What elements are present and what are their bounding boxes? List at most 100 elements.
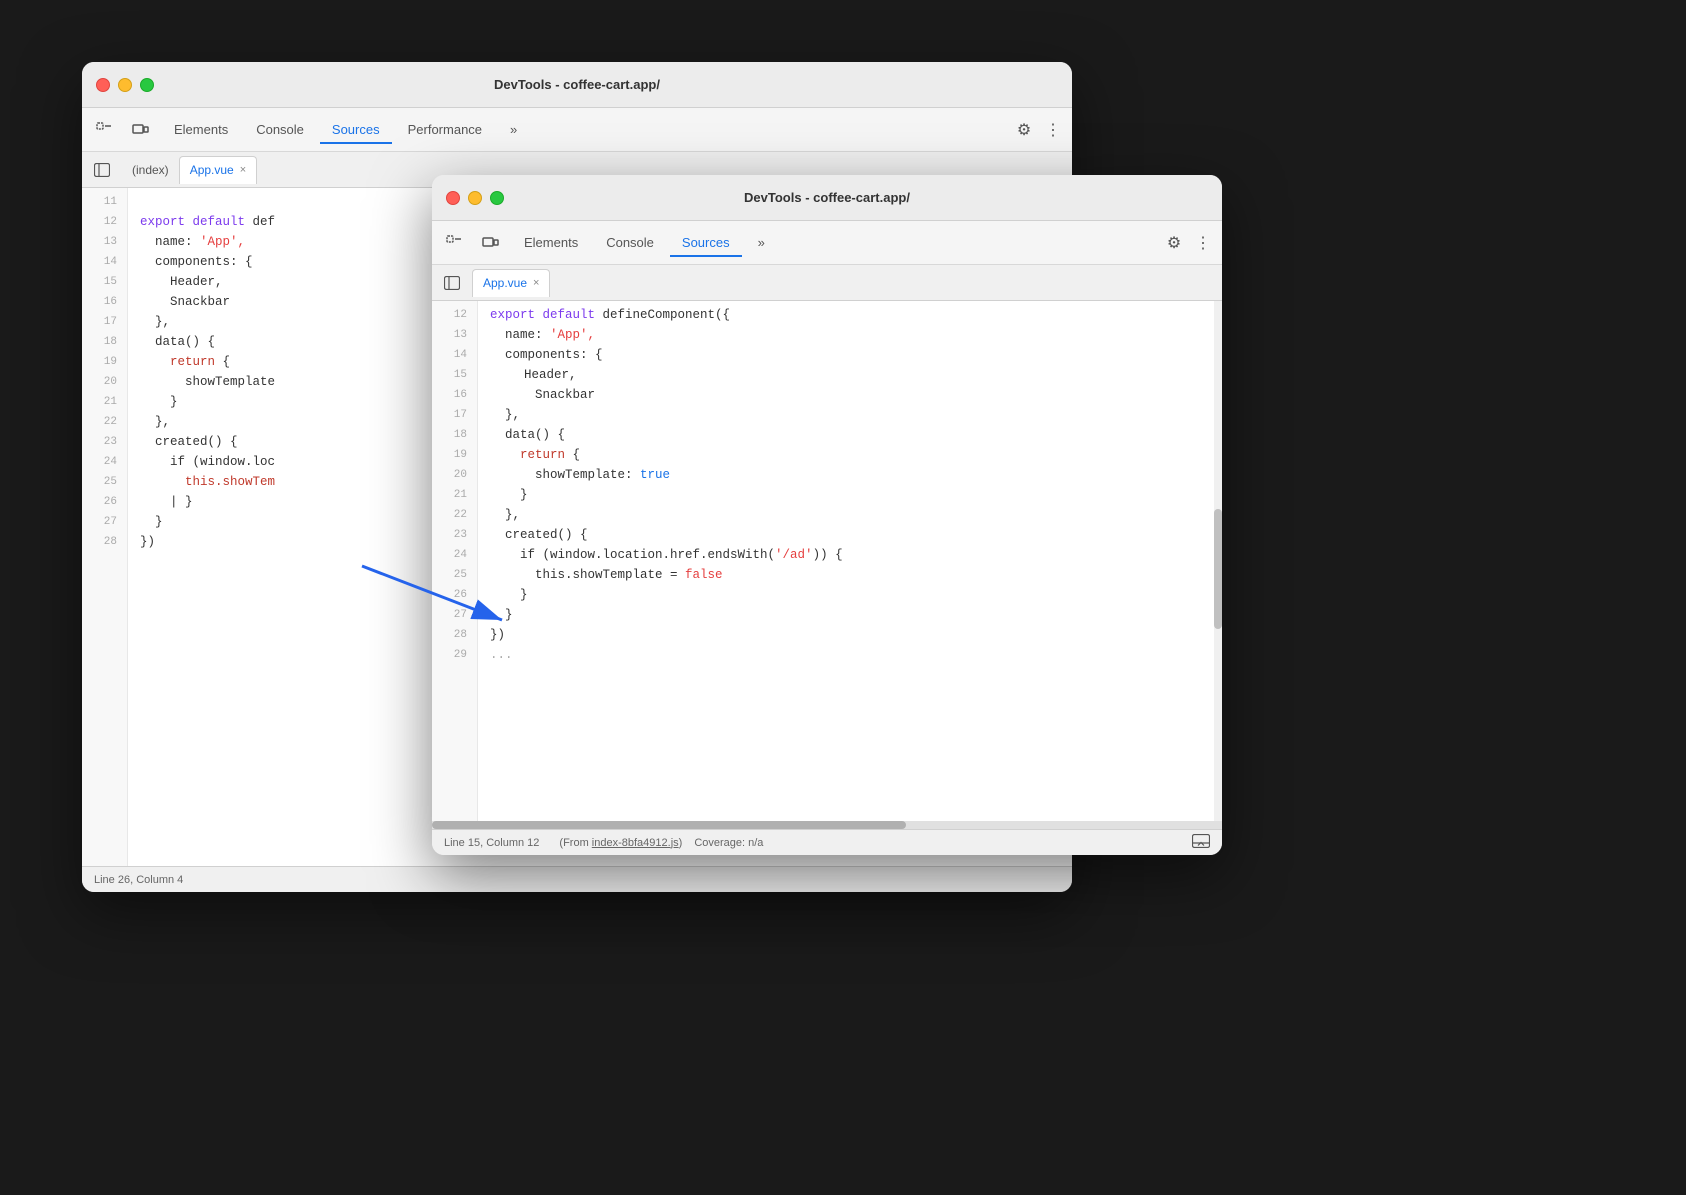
fg-ln-23: 23: [432, 525, 477, 545]
ln-26: 26: [82, 492, 127, 512]
status-source-link[interactable]: index-8bfa4912.js: [592, 837, 679, 849]
more-icon-fg[interactable]: ⋮: [1192, 229, 1214, 257]
ln-21: 21: [82, 392, 127, 412]
fg-ln-19: 19: [432, 445, 477, 465]
ln-24: 24: [82, 452, 127, 472]
status-bar-fg: Line 15, Column 12 (From index-8bfa4912.…: [432, 829, 1222, 855]
fg-code-line-24: if (window.location.href.endsWith('/ad')…: [490, 545, 1202, 565]
maximize-button-fg[interactable]: [490, 191, 504, 205]
fg-code-line-18: data() {: [490, 425, 1202, 445]
window-title-fg: DevTools - coffee-cart.app/: [744, 190, 910, 205]
ln-14: 14: [82, 252, 127, 272]
device-icon-bg[interactable]: [126, 116, 154, 144]
code-editor-fg[interactable]: 12 13 14 15 16 17 18 19 20 21 22 23 24 2…: [432, 301, 1222, 821]
fg-ln-24: 24: [432, 545, 477, 565]
tab-performance-bg[interactable]: Performance: [396, 116, 494, 143]
fg-code-line-21: }: [490, 485, 1202, 505]
ln-20: 20: [82, 372, 127, 392]
fg-code-line-27: }: [490, 605, 1202, 625]
minimize-button-fg[interactable]: [468, 191, 482, 205]
traffic-lights-bg: [96, 78, 154, 92]
fg-ln-12: 12: [432, 305, 477, 325]
ln-15: 15: [82, 272, 127, 292]
scrollbar-thumb-fg[interactable]: [1214, 509, 1222, 629]
fg-code-line-17: },: [490, 405, 1202, 425]
close-button-fg[interactable]: [446, 191, 460, 205]
drawer-icon-fg[interactable]: [1192, 834, 1210, 851]
tab-console-bg[interactable]: Console: [244, 116, 316, 143]
maximize-button-bg[interactable]: [140, 78, 154, 92]
fg-ln-13: 13: [432, 325, 477, 345]
fg-ln-20: 20: [432, 465, 477, 485]
traffic-lights-fg: [446, 191, 504, 205]
tab-bar-bg: Elements Console Sources Performance » ⚙…: [82, 108, 1072, 152]
ln-16: 16: [82, 292, 127, 312]
status-bar-bg: Line 26, Column 4: [82, 866, 1072, 892]
code-area-fg: 12 13 14 15 16 17 18 19 20 21 22 23 24 2…: [432, 301, 1222, 829]
fg-ln-28: 28: [432, 625, 477, 645]
fg-ln-14: 14: [432, 345, 477, 365]
tab-more-fg[interactable]: »: [746, 229, 777, 256]
status-position-fg: Line 15, Column 12: [444, 837, 539, 849]
tab-bar-fg: Elements Console Sources » ⚙ ⋮: [432, 221, 1222, 265]
fg-code-line-13: name: 'App',: [490, 325, 1202, 345]
file-tab-appvue-bg[interactable]: App.vue ×: [179, 156, 257, 184]
fg-ln-18: 18: [432, 425, 477, 445]
fg-code-line-14: components: {: [490, 345, 1202, 365]
fg-code-line-16: Snackbar: [490, 385, 1202, 405]
line-numbers-bg: 11 12 13 14 15 16 17 18 19 20 21 22 23 2…: [82, 188, 128, 866]
status-source-label: (From: [559, 837, 591, 849]
file-tab-appvue-label-bg: App.vue: [190, 163, 234, 177]
file-tab-index[interactable]: (index): [122, 156, 179, 184]
fg-code-line-28: }): [490, 625, 1202, 645]
gear-icon-bg[interactable]: ⚙: [1010, 116, 1038, 144]
file-tab-appvue-fg[interactable]: App.vue ×: [472, 269, 550, 297]
fg-code-line-12: export default defineComponent({: [490, 305, 1202, 325]
close-button-bg[interactable]: [96, 78, 110, 92]
tab-console-fg[interactable]: Console: [594, 229, 666, 256]
sidebar-toggle-bg[interactable]: [88, 156, 116, 184]
fg-code-line-25: this.showTemplate = false: [490, 565, 1202, 585]
ln-22: 22: [82, 412, 127, 432]
title-bar-fg: DevTools - coffee-cart.app/: [432, 175, 1222, 221]
ln-13: 13: [82, 232, 127, 252]
file-tab-index-label: (index): [132, 163, 169, 177]
tab-more-bg[interactable]: »: [498, 116, 529, 143]
fg-ln-21: 21: [432, 485, 477, 505]
ln-12: 12: [82, 212, 127, 232]
device-icon-fg[interactable]: [476, 229, 504, 257]
tab-elements-fg[interactable]: Elements: [512, 229, 590, 256]
file-tab-close-fg[interactable]: ×: [533, 277, 539, 289]
fg-code-line-29: ...: [490, 645, 1202, 665]
sidebar-toggle-fg[interactable]: [438, 269, 466, 297]
status-coverage-fg: Coverage: n/a: [694, 837, 763, 849]
fg-ln-22: 22: [432, 505, 477, 525]
horizontal-scrollbar-thumb-fg[interactable]: [432, 821, 906, 829]
tab-sources-bg[interactable]: Sources: [320, 116, 392, 143]
gear-icon-fg[interactable]: ⚙: [1160, 229, 1188, 257]
fg-ln-27: 27: [432, 605, 477, 625]
minimize-button-bg[interactable]: [118, 78, 132, 92]
selector-icon-fg[interactable]: [440, 229, 468, 257]
tab-elements-bg[interactable]: Elements: [162, 116, 240, 143]
code-lines-fg[interactable]: export default defineComponent({ name: '…: [478, 301, 1222, 821]
ln-19: 19: [82, 352, 127, 372]
status-source-paren: ): [679, 837, 683, 849]
file-tab-close-bg[interactable]: ×: [240, 164, 246, 176]
scrollbar-fg[interactable]: [1214, 301, 1222, 821]
more-icon-bg[interactable]: ⋮: [1042, 116, 1064, 144]
ln-25: 25: [82, 472, 127, 492]
fg-code-line-19: return {: [490, 445, 1202, 465]
fg-ln-15: 15: [432, 365, 477, 385]
fg-code-line-22: },: [490, 505, 1202, 525]
window-title-bg: DevTools - coffee-cart.app/: [494, 77, 660, 92]
horizontal-scrollbar-fg[interactable]: [432, 821, 1222, 829]
fg-code-line-26: }: [490, 585, 1202, 605]
tab-sources-fg[interactable]: Sources: [670, 229, 742, 256]
ln-27: 27: [82, 512, 127, 532]
fg-ln-26: 26: [432, 585, 477, 605]
selector-icon-bg[interactable]: [90, 116, 118, 144]
file-tab-appvue-label-fg: App.vue: [483, 276, 527, 290]
line-numbers-fg: 12 13 14 15 16 17 18 19 20 21 22 23 24 2…: [432, 301, 478, 821]
status-source-fg: (From index-8bfa4912.js): [559, 837, 682, 849]
